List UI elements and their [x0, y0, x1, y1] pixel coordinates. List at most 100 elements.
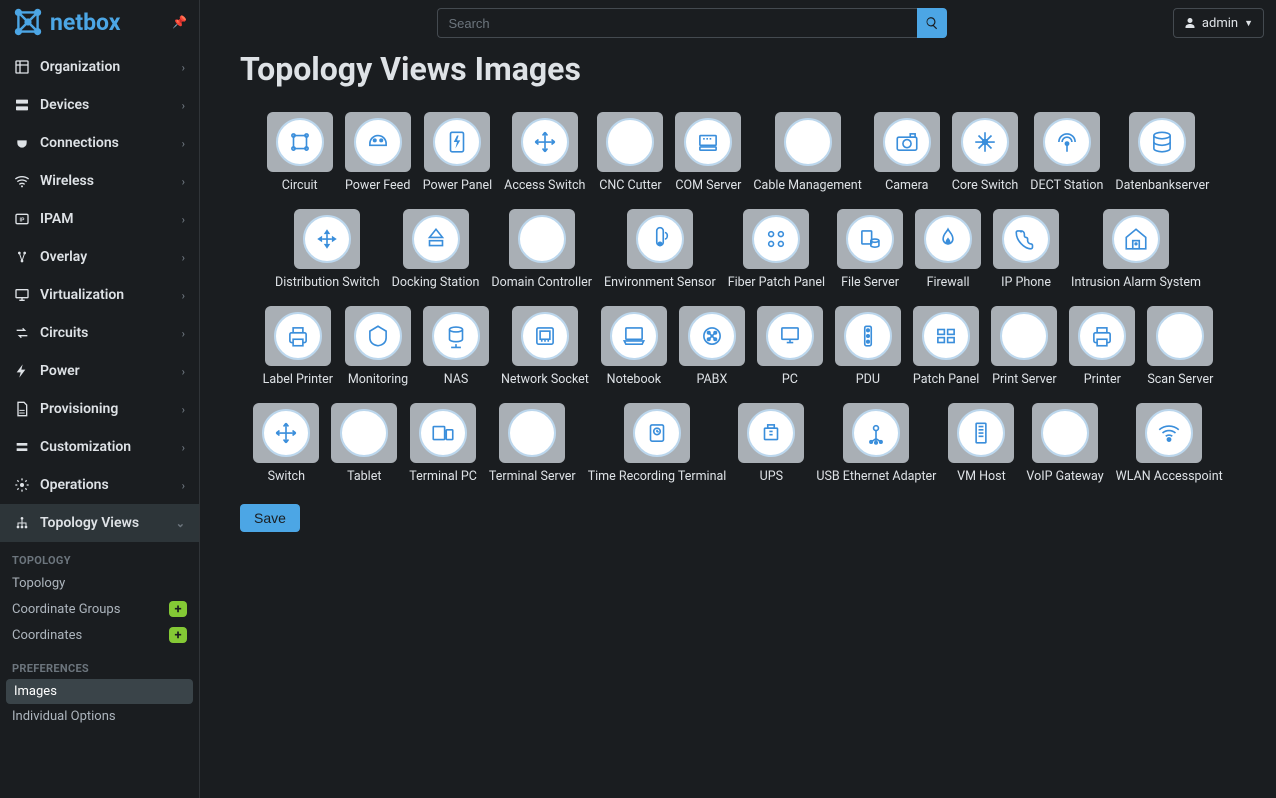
device-icon [766, 312, 814, 360]
sidebar-item-provisioning[interactable]: Provisioning› [0, 390, 199, 428]
tree-icon [14, 515, 30, 531]
sidebar-item-devices[interactable]: Devices› [0, 86, 199, 124]
tile-label: Printer [1084, 372, 1121, 387]
tile-file-server[interactable]: File Server [831, 209, 909, 290]
tile-terminal-server[interactable]: Terminal Server [483, 403, 582, 484]
tile-dect-station[interactable]: DECT Station [1024, 112, 1109, 193]
device-icon [1112, 215, 1160, 263]
user-name: admin [1202, 16, 1238, 31]
sub-item-individual-options[interactable]: Individual Options [0, 704, 199, 729]
nav-label: Connections [40, 135, 119, 151]
nav-label: Organization [40, 59, 120, 75]
tile-ups[interactable]: UPS [732, 403, 810, 484]
tile-switch[interactable]: Switch [247, 403, 325, 484]
pin-icon[interactable]: 📌 [172, 15, 187, 29]
tile-camera[interactable]: Camera [868, 112, 946, 193]
tile-label: Core Switch [952, 178, 1019, 193]
chevron-right-icon: › [182, 61, 185, 74]
sidebar-item-customization[interactable]: Customization› [0, 428, 199, 466]
tile-com-server[interactable]: COM Server [669, 112, 747, 193]
tile-pabx[interactable]: PABX [673, 306, 751, 387]
tile-nas[interactable]: NAS [417, 306, 495, 387]
svg-text:IP: IP [20, 218, 26, 224]
chevron-down-icon: ⌄ [176, 517, 185, 530]
sidebar-item-connections[interactable]: Connections› [0, 124, 199, 162]
device-icon [636, 215, 684, 263]
tile-domain-controller[interactable]: Domain Controller [485, 209, 598, 290]
tile-label: Switch [268, 469, 305, 484]
tile-docking-station[interactable]: Docking Station [386, 209, 486, 290]
sidebar-item-topology-views[interactable]: Topology Views⌄ [0, 504, 199, 542]
chevron-right-icon: › [182, 403, 185, 416]
sidebar-item-circuits[interactable]: Circuits› [0, 314, 199, 352]
tile-access-switch[interactable]: Access Switch [498, 112, 591, 193]
tile-image [837, 209, 903, 269]
tile-ip-phone[interactable]: IP Phone [987, 209, 1065, 290]
sub-item-coordinates[interactable]: Coordinates+ [0, 622, 199, 648]
tile-circuit[interactable]: Circuit [261, 112, 339, 193]
device-icon [610, 312, 658, 360]
tile-monitoring[interactable]: Monitoring [339, 306, 417, 387]
nav-label: Operations [40, 477, 109, 493]
add-button[interactable]: + [169, 627, 187, 643]
tile-environment-sensor[interactable]: Environment Sensor [598, 209, 722, 290]
chevron-right-icon: › [182, 479, 185, 492]
content: Topology Views Images CircuitPower FeedP… [200, 46, 1276, 798]
sub-item-topology[interactable]: Topology [0, 571, 199, 596]
tile-voip-gateway[interactable]: VoIP Gateway [1020, 403, 1109, 484]
tile-fiber-patch-panel[interactable]: Fiber Patch Panel [722, 209, 831, 290]
tile-printer[interactable]: Printer [1063, 306, 1141, 387]
tile-cable-management[interactable]: Cable Management [747, 112, 867, 193]
tile-pdu[interactable]: PDU [829, 306, 907, 387]
tile-network-socket[interactable]: Network Socket [495, 306, 595, 387]
user-menu[interactable]: admin ▼ [1173, 8, 1264, 38]
tile-wlan-accesspoint[interactable]: WLAN Accesspoint [1110, 403, 1229, 484]
tile-image [1103, 209, 1169, 269]
sidebar-item-virtualization[interactable]: Virtualization› [0, 276, 199, 314]
tile-usb-ethernet-adapter[interactable]: USB Ethernet Adapter [810, 403, 942, 484]
search-button[interactable] [917, 8, 947, 38]
device-icon [961, 118, 1009, 166]
sidebar-item-operations[interactable]: Operations › [0, 466, 199, 504]
logo-icon [12, 6, 44, 38]
sidebar-item-wireless[interactable]: Wireless› [0, 162, 199, 200]
tile-power-panel[interactable]: Power Panel [417, 112, 498, 193]
tile-datenbankserver[interactable]: Datenbankserver [1109, 112, 1215, 193]
tile-label: Print Server [992, 372, 1057, 387]
add-button[interactable]: + [169, 601, 187, 617]
sidebar-item-organization[interactable]: Organization › [0, 48, 199, 86]
sidebar-item-ipam[interactable]: IPIPAM› [0, 200, 199, 238]
chevron-right-icon: › [182, 99, 185, 112]
tile-time-recording-terminal[interactable]: Time Recording Terminal [582, 403, 733, 484]
tile-label: Scan Server [1147, 372, 1213, 387]
tile-distribution-switch[interactable]: Distribution Switch [269, 209, 386, 290]
tile-label-printer[interactable]: Label Printer [257, 306, 339, 387]
tile-cnc-cutter[interactable]: CNC Cutter [591, 112, 669, 193]
tile-core-switch[interactable]: Core Switch [946, 112, 1025, 193]
tile-vm-host[interactable]: VM Host [942, 403, 1020, 484]
search-input[interactable] [437, 8, 917, 38]
tile-row: Switch TabletTerminal PCTerminal ServerTi… [240, 403, 1236, 484]
tile-power-feed[interactable]: Power Feed [339, 112, 417, 193]
tile-pc[interactable]: PC [751, 306, 829, 387]
tile-firewall[interactable]: Firewall [909, 209, 987, 290]
sub-item-images[interactable]: Images [6, 679, 193, 704]
sidebar-item-overlay[interactable]: Overlay› [0, 238, 199, 276]
sub-item-coordinate-groups[interactable]: Coordinate Groups+ [0, 596, 199, 622]
chevron-right-icon: › [182, 251, 185, 264]
tile-terminal-pc[interactable]: Terminal PC [403, 403, 483, 484]
tile-scan-server[interactable]: Scan Server [1141, 306, 1219, 387]
save-button[interactable]: Save [240, 504, 300, 532]
sidebar-item-power[interactable]: Power› [0, 352, 199, 390]
tile-tablet[interactable]: Tablet [325, 403, 403, 484]
tile-print-server[interactable]: Print Server [985, 306, 1063, 387]
tile-label: CNC Cutter [599, 178, 661, 193]
tile-notebook[interactable]: Notebook [595, 306, 673, 387]
logo[interactable]: netbox [12, 6, 120, 38]
tile-patch-panel[interactable]: Patch Panel [907, 306, 985, 387]
nav-label: Power [40, 363, 80, 379]
tile-intrusion-alarm-system[interactable]: Intrusion Alarm System [1065, 209, 1207, 290]
tile-label: File Server [841, 275, 899, 290]
tile-image [843, 403, 909, 463]
device-icon [752, 215, 800, 263]
